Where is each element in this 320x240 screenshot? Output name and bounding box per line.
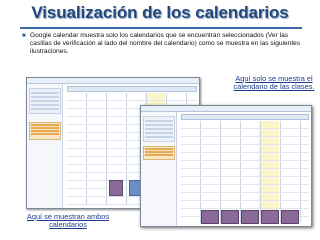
title-underline xyxy=(20,27,302,29)
screenshot-sidebar xyxy=(141,112,177,226)
calendar-header xyxy=(67,86,197,92)
calendar-header xyxy=(181,114,309,120)
calendar-list xyxy=(29,122,61,140)
bullet-text: Google calendar muestra solo los calenda… xyxy=(30,32,301,56)
event-block xyxy=(261,210,279,224)
screenshot-sidebar xyxy=(27,84,63,208)
callout-classes-only: Aquí solo se muestra el calendario de la… xyxy=(230,74,318,92)
event-block xyxy=(201,210,219,224)
callout-both-calendars: Aquí se muestran ambos calendarios xyxy=(18,212,118,230)
mini-calendar xyxy=(143,116,175,142)
slide-title: Visualización de los calendarios xyxy=(31,3,289,22)
event-block xyxy=(281,210,299,224)
mini-calendar xyxy=(29,88,61,114)
bullet-icon: ■ xyxy=(22,33,26,39)
screenshot-classes-calendar xyxy=(140,105,312,227)
calendar-list xyxy=(143,146,175,160)
event-block xyxy=(109,180,123,196)
event-block xyxy=(221,210,239,224)
calendar-grid xyxy=(181,121,309,223)
event-block xyxy=(241,210,259,224)
